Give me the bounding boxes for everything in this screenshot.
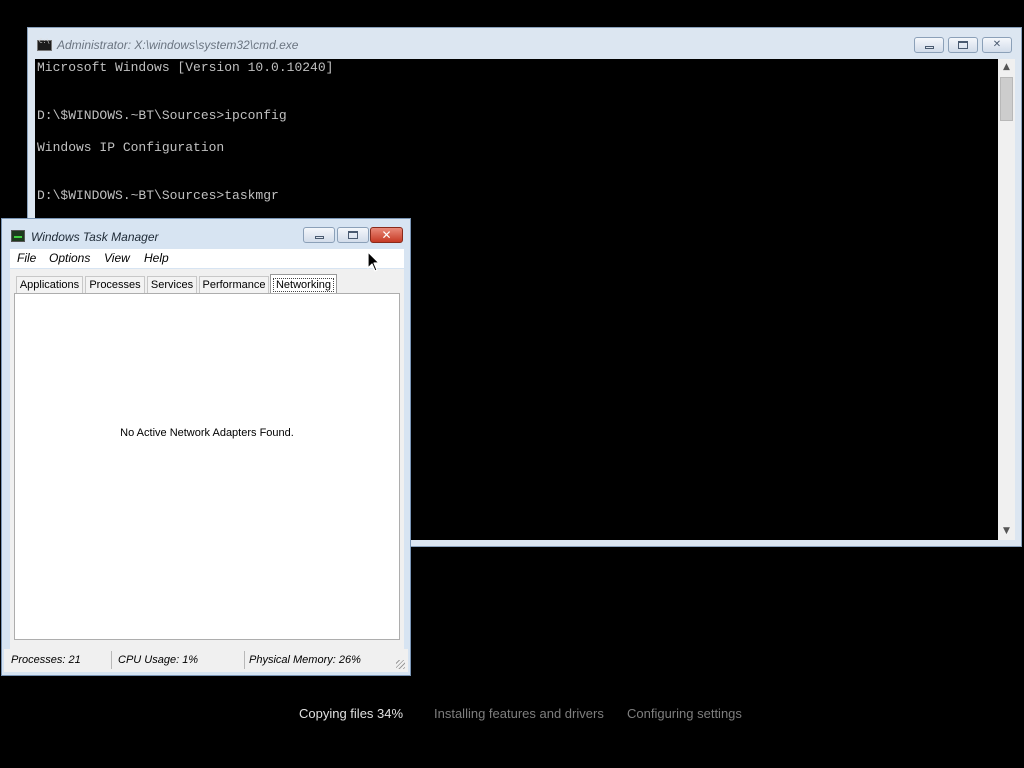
status-bar: Processes: 21 CPU Usage: 1% Physical Mem… — [4, 649, 408, 672]
tab-applications[interactable]: Applications — [16, 276, 83, 293]
tab-processes[interactable]: Processes — [85, 276, 145, 293]
mouse-cursor-icon — [367, 251, 380, 272]
resize-grip-icon[interactable] — [396, 660, 405, 669]
cmd-titlebar[interactable]: Administrator: X:\windows\system32\cmd.e… — [28, 28, 1021, 59]
minimize-icon — [314, 236, 324, 239]
task-manager-app-icon[interactable] — [11, 230, 25, 242]
console-line: D:\$WINDOWS.~BT\Sources>taskmgr — [37, 188, 279, 203]
task-manager-close-button[interactable]: ✕ — [370, 227, 403, 243]
cmd-minimize-button[interactable] — [914, 37, 944, 53]
menu-file[interactable]: File — [17, 251, 36, 265]
setup-step-copying-files: Copying files 34% — [299, 706, 404, 721]
tab-services[interactable]: Services — [147, 276, 197, 293]
cmd-maximize-button[interactable] — [948, 37, 978, 53]
status-cpu-usage: CPU Usage: 1% — [118, 654, 199, 666]
tab-panel-frame: No Active Network Adapters Found. — [10, 293, 404, 651]
close-icon: ✕ — [381, 228, 392, 242]
menu-help[interactable]: Help — [144, 251, 169, 265]
console-line: Windows IP Configuration — [37, 140, 225, 155]
tab-label: Performance — [202, 279, 266, 291]
tab-networking[interactable]: Networking — [270, 274, 337, 294]
scroll-down-icon[interactable]: ▼ — [998, 523, 1015, 540]
scroll-up-icon[interactable]: ▲ — [998, 59, 1015, 76]
setup-step-installing-features: Installing features and drivers — [434, 706, 604, 721]
no-adapters-message: No Active Network Adapters Found. — [120, 427, 294, 439]
close-icon: ✕ — [992, 39, 1002, 50]
tab-performance[interactable]: Performance — [199, 276, 269, 293]
status-physical-memory: Physical Memory: 26% — [249, 654, 361, 666]
tab-label: Applications — [19, 279, 80, 291]
cmd-window-title: Administrator: X:\windows\system32\cmd.e… — [57, 38, 299, 52]
status-processes: Processes: 21 — [11, 654, 81, 666]
console-line: D:\$WINDOWS.~BT\Sources>ipconfig — [37, 108, 287, 123]
console-line: Microsoft Windows [Version 10.0.10240] — [37, 60, 334, 75]
setup-step-configuring-settings: Configuring settings — [627, 706, 742, 721]
cmd-close-button[interactable]: ✕ — [982, 37, 1012, 53]
menu-bar: File Options View Help — [10, 249, 404, 268]
task-manager-maximize-button[interactable] — [337, 227, 369, 243]
maximize-icon — [958, 41, 968, 49]
menu-options[interactable]: Options — [49, 251, 90, 265]
tab-label: Processes — [89, 279, 141, 291]
status-divider — [244, 651, 245, 669]
task-manager-minimize-button[interactable] — [303, 227, 335, 243]
minimize-icon — [924, 46, 934, 49]
console-scrollbar[interactable]: ▲ ▼ — [998, 59, 1015, 540]
cmd-app-icon[interactable] — [37, 38, 52, 51]
task-manager-title: Windows Task Manager — [31, 230, 159, 244]
scrollbar-thumb[interactable] — [1000, 77, 1013, 121]
status-divider — [111, 651, 112, 669]
networking-panel: No Active Network Adapters Found. — [14, 293, 400, 640]
menu-view[interactable]: View — [104, 251, 130, 265]
maximize-icon — [348, 231, 358, 239]
task-manager-window: Windows Task Manager ✕ File Options View… — [1, 218, 411, 676]
tab-label: Services — [150, 279, 194, 291]
tab-strip: Applications Processes Services Performa… — [10, 269, 404, 294]
tab-label: Networking — [272, 277, 335, 292]
